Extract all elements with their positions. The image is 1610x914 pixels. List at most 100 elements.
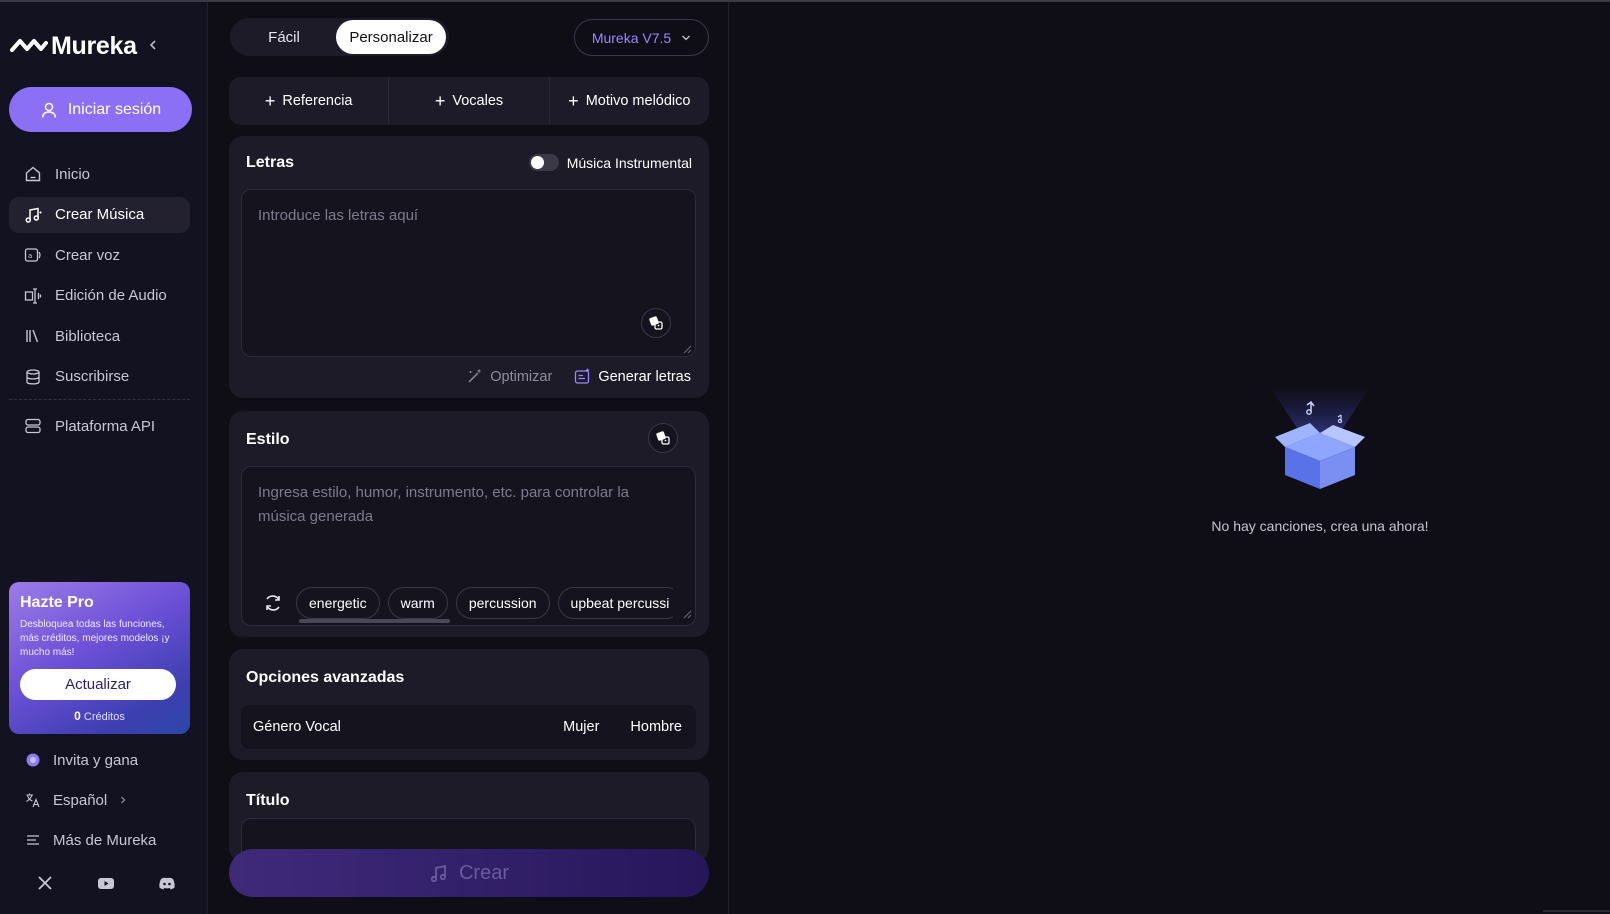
credits-value: 0 — [74, 709, 81, 723]
empty-box-icon — [1270, 387, 1370, 489]
voice-icon: a — [24, 248, 41, 262]
style-chip[interactable]: percussion — [455, 587, 550, 619]
lyrics-input[interactable]: Introduce las letras aquí — [241, 189, 696, 357]
logo[interactable]: Mureka — [10, 30, 200, 62]
mode-toggle: Fácil Personalizar — [230, 18, 449, 56]
vocal-male-option[interactable]: Hombre — [630, 719, 682, 735]
x-icon[interactable] — [36, 874, 54, 892]
signin-label: Iniciar sesión — [67, 100, 162, 118]
add-options-row: + Referencia + Vocales + Motivo melódico — [229, 77, 709, 125]
mureka-logo-icon — [10, 39, 48, 52]
instrumental-toggle-row: Música Instrumental — [528, 154, 692, 171]
lyrics-actions: Optimizar Generar letras — [466, 368, 691, 385]
credits-label: Créditos — [83, 711, 125, 723]
sidebar: Mureka Iniciar sesión Inicio Crear Músic… — [0, 2, 208, 914]
resize-handle-icon[interactable] — [682, 609, 692, 619]
sidebar-item-label: Inicio — [55, 165, 91, 183]
lyrics-placeholder: Introduce las letras aquí — [258, 207, 419, 224]
advanced-title: Opciones avanzadas — [246, 669, 405, 686]
add-melody-button[interactable]: + Motivo melódico — [550, 77, 709, 125]
signin-button[interactable]: Iniciar sesión — [9, 87, 192, 132]
generate-lyrics-button[interactable]: Generar letras — [574, 368, 691, 385]
dice-icon — [649, 316, 663, 330]
empty-state-text: No hay canciones, crea una ahora! — [1211, 518, 1429, 534]
instrumental-label: Música Instrumental — [566, 154, 692, 171]
bottom-item-label: Invita y gana — [53, 751, 139, 769]
sidebar-item-biblioteca[interactable]: Biblioteca — [9, 318, 190, 354]
sidebar-item-label: Plataforma API — [55, 417, 156, 435]
chips-scrollbar[interactable] — [299, 619, 450, 623]
sidebar-item-label: Biblioteca — [55, 327, 121, 345]
random-style-button[interactable] — [648, 423, 678, 453]
music-note-icon — [25, 207, 42, 223]
svg-text:a: a — [28, 252, 32, 260]
nav-divider — [9, 399, 190, 400]
sidebar-item-edicion-audio[interactable]: Edición de Audio — [9, 278, 190, 314]
youtube-icon[interactable] — [97, 874, 115, 892]
brand-name: Mureka — [51, 31, 137, 60]
add-reference-label: Referencia — [282, 93, 353, 109]
model-label: Mureka V7.5 — [591, 29, 672, 46]
corner-mark — [1543, 910, 1610, 912]
dice-icon — [656, 431, 670, 445]
sidebar-item-crear-musica[interactable]: Crear Música — [9, 196, 190, 233]
gift-icon — [26, 753, 40, 767]
add-vocals-button[interactable]: + Vocales — [389, 77, 550, 125]
sidebar-item-inicio[interactable]: Inicio — [9, 156, 190, 192]
bottom-item-label: Español — [53, 791, 108, 809]
empty-state: No hay canciones, crea una ahora! — [1210, 385, 1430, 534]
style-chip[interactable]: upbeat percussi — [557, 587, 673, 619]
add-reference-button[interactable]: + Referencia — [229, 77, 390, 125]
resize-handle-icon[interactable] — [682, 344, 692, 354]
model-select[interactable]: Mureka V7.5 — [574, 19, 709, 56]
style-chips: energetic warm percussion upbeat percuss… — [263, 586, 673, 620]
sidebar-item-plataforma-api[interactable]: Plataforma API — [9, 408, 190, 444]
sidebar-item-suscribirse[interactable]: Suscribirse — [9, 359, 190, 395]
sidebar-item-label: Crear voz — [55, 246, 121, 264]
optimize-button[interactable]: Optimizar — [466, 368, 552, 385]
style-chip[interactable]: warm — [387, 587, 448, 619]
database-icon — [26, 368, 40, 385]
plus-icon: + — [434, 90, 446, 111]
sidebar-item-label: Suscribirse — [55, 368, 130, 385]
home-icon — [25, 166, 41, 182]
music-note-icon — [430, 864, 447, 883]
generate-lyrics-icon — [575, 368, 590, 384]
style-chip[interactable]: energetic — [296, 587, 380, 619]
random-lyrics-button[interactable] — [641, 308, 671, 338]
pro-title: Hazte Pro — [20, 594, 94, 611]
translate-icon — [26, 793, 40, 808]
mode-easy-tab[interactable]: Fácil — [232, 20, 336, 54]
optimize-label: Optimizar — [490, 368, 553, 385]
style-placeholder: Ingresa estilo, humor, instrumento, etc.… — [258, 484, 630, 525]
generate-lyrics-label: Generar letras — [598, 368, 691, 385]
discord-icon[interactable] — [158, 874, 176, 892]
sidebar-item-crear-voz[interactable]: a Crear voz — [9, 237, 190, 273]
vocal-female-option[interactable]: Mujer — [563, 719, 599, 735]
server-icon — [25, 418, 41, 434]
pro-upgrade-card: Hazte Pro Desbloquea todas las funciones… — [9, 582, 190, 734]
more-mureka-item[interactable]: Más de Mureka — [9, 820, 190, 860]
sidebar-item-label: Crear Música — [55, 206, 145, 223]
vocal-gender-row: Género Vocal Mujer Hombre — [241, 705, 696, 749]
library-icon — [26, 329, 39, 343]
lyrics-title: Letras — [246, 154, 295, 171]
sidebar-bottom: Invita y gana Español Más de Mureka — [9, 740, 190, 860]
mode-custom-tab[interactable]: Personalizar — [336, 20, 446, 54]
collapse-sidebar-icon[interactable] — [146, 38, 160, 52]
plus-icon: + — [568, 90, 579, 111]
invite-earn-item[interactable]: Invita y gana — [9, 740, 190, 780]
user-icon — [41, 102, 57, 118]
instrumental-toggle[interactable] — [528, 154, 559, 171]
language-selector[interactable]: Español — [9, 780, 190, 820]
create-button[interactable]: Crear — [229, 849, 709, 897]
menu-icon — [27, 835, 39, 845]
create-label: Crear — [458, 861, 509, 884]
audio-edit-icon — [24, 287, 42, 304]
add-melody-label: Motivo melódico — [585, 93, 691, 109]
refresh-icon[interactable] — [263, 593, 283, 613]
song-title-label: Título — [246, 792, 290, 809]
upgrade-button[interactable]: Actualizar — [20, 669, 176, 700]
create-panel: Fácil Personalizar Mureka V7.5 + Referen… — [209, 2, 729, 914]
style-card: Estilo Ingresa estilo, humor, instrument… — [229, 411, 709, 637]
